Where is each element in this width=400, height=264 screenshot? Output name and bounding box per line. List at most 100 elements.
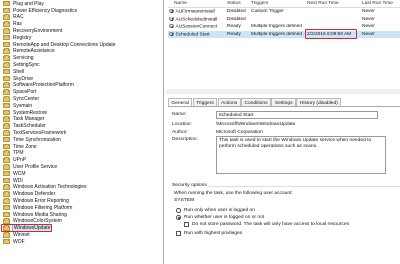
tree-item[interactable]: Shell xyxy=(3,68,24,76)
tree-item[interactable]: Windows Defender xyxy=(3,191,55,198)
tab-triggers[interactable]: Triggers xyxy=(192,98,218,106)
tree-item[interactable]: WindowsColorSystem xyxy=(3,218,62,225)
folder-icon xyxy=(3,163,10,170)
tree-item[interactable]: WOF xyxy=(3,238,25,246)
tree-item[interactable]: Wininet xyxy=(3,231,30,239)
run-highest-privileges-label: Run with highest privileges xyxy=(184,230,243,236)
tree-item[interactable]: Ras xyxy=(3,21,22,28)
task-icon xyxy=(169,31,174,37)
column-header-triggers[interactable]: Triggers xyxy=(251,1,268,6)
description-field[interactable]: This task is used to start the Windows U… xyxy=(216,136,386,174)
folder-icon xyxy=(3,109,10,116)
tree-item[interactable]: Windows Activation Technologies xyxy=(3,184,87,191)
security-divider xyxy=(208,186,400,187)
tree-item-label: User Profile Service xyxy=(13,164,58,171)
run-only-logged-on-radio[interactable] xyxy=(176,208,181,213)
tree-item[interactable]: RemoteApp and Desktop Connections Update xyxy=(3,41,116,48)
tree-item[interactable]: Time Synchronization xyxy=(3,136,61,144)
description-label: Description: xyxy=(172,137,198,142)
security-options-title: Security options xyxy=(172,183,207,188)
task-icon xyxy=(169,16,174,21)
tree-item[interactable]: Task Manager xyxy=(3,116,44,123)
folder-icon xyxy=(3,177,10,184)
tab-actions[interactable]: Actions xyxy=(217,98,241,106)
folder-icon xyxy=(3,238,10,245)
run-highest-privileges-checkbox[interactable] xyxy=(176,231,181,236)
tree-item[interactable]: RAC xyxy=(3,14,24,21)
tab-history-disabled[interactable]: History (disabled) xyxy=(296,98,342,106)
tree-item-label: TextServicesFramework xyxy=(13,130,67,137)
tree-item[interactable]: SyncCenter xyxy=(3,95,39,103)
tree-item[interactable]: Registry xyxy=(3,34,32,42)
tree-item-label: Registry xyxy=(13,34,32,41)
task-cell-name: AUSessionConnect xyxy=(169,24,217,30)
folder-icon xyxy=(3,218,10,224)
tree-item-label: RemoteAssistance xyxy=(13,48,55,55)
task-row[interactable]: AUSessionConnect Ready Multiple triggers d… xyxy=(168,23,400,31)
tree-item[interactable]: Plug and Play xyxy=(3,0,44,8)
folder-icon xyxy=(3,68,10,75)
tree-item[interactable]: TaskScheduler xyxy=(3,123,46,130)
author-label: Author: xyxy=(172,130,188,135)
do-not-store-password-label: Do not store password. The task will onl… xyxy=(192,221,350,227)
folder-icon xyxy=(3,75,10,82)
task-row[interactable]: AUFirmwareInstall Disabled Custom Trigger N… xyxy=(168,8,400,16)
tree-item-label: Windows Filtering Platform xyxy=(13,204,73,211)
do-not-store-password-checkbox[interactable] xyxy=(184,222,189,227)
name-field[interactable]: Scheduled Start xyxy=(216,111,378,119)
column-header-last-run-time[interactable]: Last Run Time xyxy=(362,1,393,6)
folder-icon xyxy=(3,143,10,150)
tree-item[interactable]: Windows Filtering Platform xyxy=(3,204,73,212)
folder-icon xyxy=(3,211,10,218)
task-cell-name: AUScheduledInstall xyxy=(169,16,217,22)
tree-item[interactable]: SystemRestore xyxy=(3,109,47,116)
task-row[interactable]: Scheduled Start Ready Multiple triggers de… xyxy=(168,30,400,39)
tree-item[interactable]: SpacePort xyxy=(3,89,36,96)
tab-conditions[interactable]: Conditions xyxy=(241,98,271,106)
tree-item[interactable]: Power Efficiency Diagnostics xyxy=(3,7,77,14)
tree-item[interactable]: RemoteAssistance xyxy=(3,48,55,55)
tree-item-label: Time Zone xyxy=(13,143,37,150)
pane-splitter[interactable] xyxy=(166,89,400,94)
column-header-name[interactable]: Name xyxy=(174,1,187,6)
run-whether-logged-on-label: Run whether user is logged on or not xyxy=(184,214,265,220)
tree-item[interactable]: WCM xyxy=(3,170,26,178)
task-cell-last: Never xyxy=(362,9,375,15)
location-label: Location: xyxy=(172,122,192,127)
column-header-next-run-time[interactable]: Next Run Time xyxy=(307,1,339,6)
tree-item[interactable]: User Profile Service xyxy=(3,163,58,171)
tree-item[interactable]: TextServicesFramework xyxy=(3,129,67,137)
tree-item[interactable]: TPM xyxy=(3,150,24,157)
tree-item-label: Servicing xyxy=(13,55,34,62)
tree-item[interactable]: Windows Media Sharing xyxy=(3,211,67,218)
task-cell-status: Disabled xyxy=(227,9,246,15)
folder-icon xyxy=(3,129,10,136)
folder-icon xyxy=(3,7,10,14)
tree-item[interactable]: SettingSync xyxy=(3,61,40,69)
tree-item-label: TPM xyxy=(13,150,24,157)
folder-icon xyxy=(3,191,10,197)
tree-item[interactable]: Windows Error Reporting xyxy=(3,197,69,205)
tree-item[interactable]: RecoveryEnvironment xyxy=(3,27,62,35)
folder-icon xyxy=(3,225,10,231)
tree-item-label: Plug and Play xyxy=(13,0,44,7)
tree-item[interactable]: Servicing xyxy=(3,55,34,62)
tree-item[interactable]: SkyDrive xyxy=(3,75,33,82)
column-header-status[interactable]: Status xyxy=(227,1,241,6)
tree-item[interactable]: WindowsUpdate xyxy=(3,224,53,233)
run-whether-logged-on-radio[interactable] xyxy=(176,215,181,220)
task-cell-status: Ready xyxy=(227,24,241,30)
tree-item[interactable]: Time Zone xyxy=(3,143,37,150)
tree-item[interactable]: Sysmain xyxy=(3,102,32,110)
tab-settings[interactable]: Settings xyxy=(271,98,296,106)
folder-tree[interactable]: Plug and Play Power Efficiency Diagnostic… xyxy=(0,0,164,264)
tree-item-label: RemoteApp and Desktop Connections Update xyxy=(13,41,116,48)
tree-item[interactable]: SoftwareProtectionPlatform xyxy=(3,82,74,89)
task-list: Name Status Triggers Next Run Time Last … xyxy=(168,0,400,52)
tree-item[interactable]: WDI xyxy=(3,177,23,184)
tree-item-label: Ras xyxy=(13,21,22,28)
tree-item[interactable]: UPnP xyxy=(3,157,26,164)
task-row[interactable]: AUScheduledInstall Disabled Never xyxy=(168,16,400,24)
tab-general[interactable]: General xyxy=(168,98,193,106)
folder-icon xyxy=(3,55,10,61)
